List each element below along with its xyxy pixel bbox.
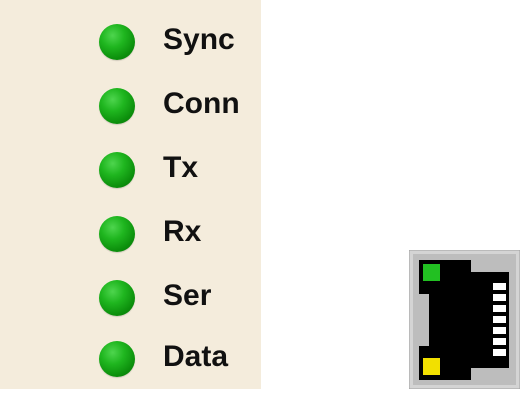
rx-label: Rx [163,215,202,248]
tx-label: Tx [163,151,199,184]
ser-led-icon [99,280,135,316]
data-led-icon [99,341,135,377]
led-row-rx: Rx [0,209,261,259]
conn-led-icon [99,88,135,124]
sync-label: Sync [163,23,235,56]
data-label: Data [163,340,229,373]
led-row-sync: Sync [0,17,261,67]
activity-led-icon [423,358,440,375]
led-row-conn: Conn [0,81,261,131]
led-row-ser: Ser [0,273,261,323]
led-status-panel: Sync Conn Tx Rx Ser Data [0,0,261,389]
rx-led-icon [99,216,135,252]
led-row-tx: Tx [0,145,261,195]
tx-led-icon [99,152,135,188]
sync-led-icon [99,24,135,60]
conn-label: Conn [163,87,240,120]
ethernet-port-icon [408,249,521,390]
ser-label: Ser [163,279,212,312]
link-led-icon [423,264,440,281]
led-row-data: Data [0,334,261,384]
